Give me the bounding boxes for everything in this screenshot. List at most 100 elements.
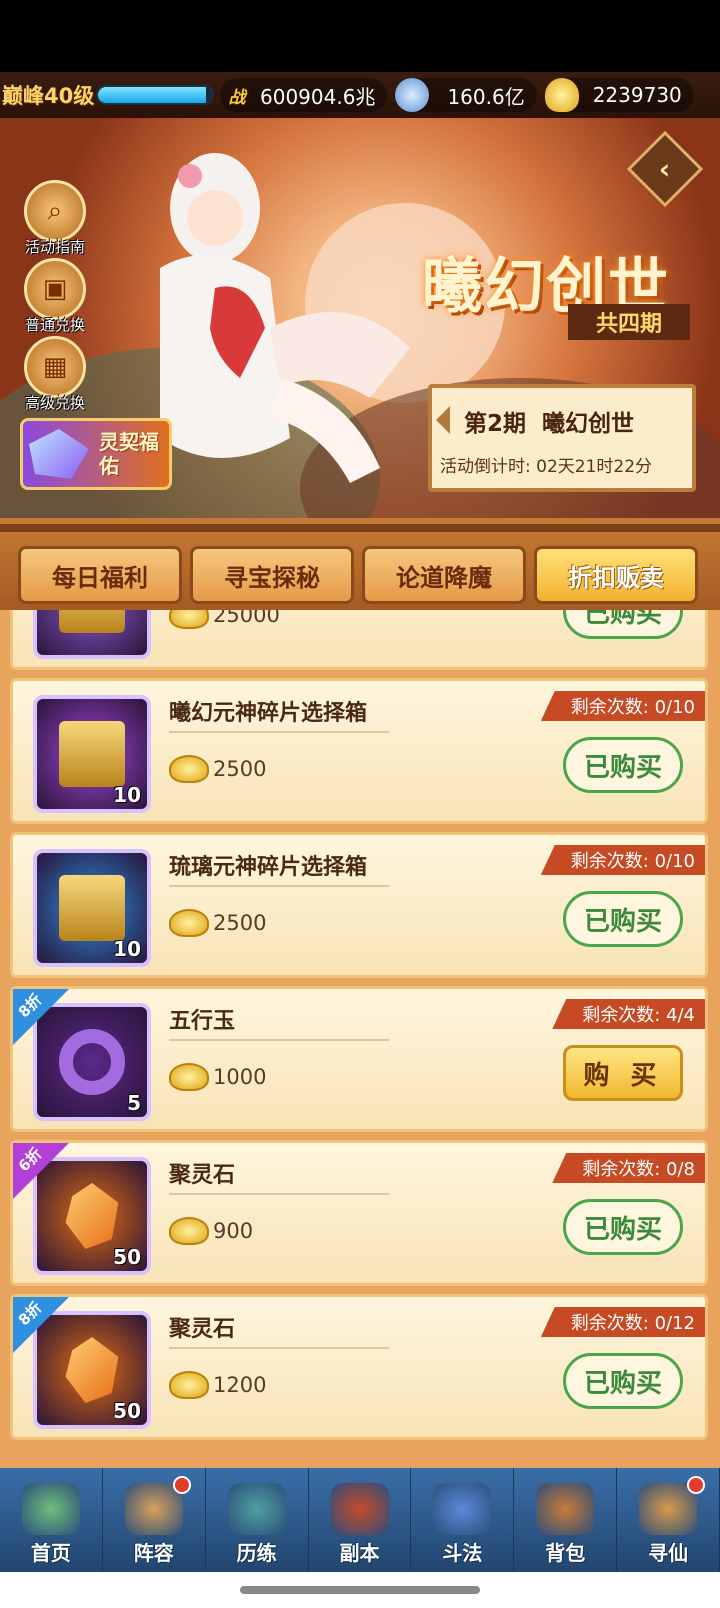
item-price: 25000 — [169, 610, 280, 629]
gold-display[interactable]: 2239730 — [544, 78, 694, 112]
item-icon[interactable]: 50 — [33, 1157, 151, 1275]
duel-icon — [433, 1483, 492, 1535]
item-art-icon — [59, 1029, 125, 1095]
item-name: 聚灵石 — [169, 1163, 236, 1188]
tab-discount-sale[interactable]: 折扣贩卖 — [534, 546, 698, 604]
notification-dot — [687, 1476, 706, 1494]
item-name: 琉璃元神碎片选择箱 — [169, 855, 368, 880]
purchased-button[interactable]: 已购买 — [563, 610, 683, 639]
gold-ingot-icon — [544, 78, 579, 112]
player-level: 巅峰40级 — [2, 84, 95, 108]
shop-item: 10 琉璃元神碎片选择箱 2500 剩余次数: 0/10 已购买 — [10, 832, 708, 978]
nav-label: 历练 — [236, 1541, 277, 1565]
period-panel: 第2期 曦幻创世 活动倒计时: 02天21时22分 — [428, 384, 696, 492]
guide-button[interactable]: ⌕ 活动指南 — [20, 180, 90, 257]
resource-bar: 巅峰40级 战 600904.6兆 160.6亿 2239730 — [0, 72, 720, 118]
item-divider — [169, 1039, 389, 1041]
event-banner: ‹ 曦幻创世 共四期 ⌕ 活动指南 ▣ 普通兑换 ▦ 高级兑换 灵契福佑 第2期… — [0, 118, 720, 518]
tab-demon-battle[interactable]: 论道降魔 — [362, 546, 526, 604]
item-price-value: 2500 — [213, 757, 267, 781]
item-price: 1000 — [169, 1063, 266, 1091]
xp-bar — [96, 85, 214, 105]
nav-label: 斗法 — [442, 1541, 483, 1565]
advanced-exchange-button[interactable]: ▦ 高级兑换 — [20, 336, 90, 413]
notification-dot — [172, 1476, 191, 1494]
normal-exchange-button[interactable]: ▣ 普通兑换 — [20, 258, 90, 335]
nav-home[interactable]: 首页 — [0, 1468, 103, 1572]
item-icon[interactable]: 50 — [33, 1311, 151, 1429]
item-quantity: 50 — [113, 1399, 141, 1423]
item-icon[interactable] — [33, 610, 151, 659]
left-arrow-icon[interactable] — [436, 406, 450, 434]
tab-daily-welfare[interactable]: 每日福利 — [18, 546, 182, 604]
nav-seek-immortal[interactable]: 寻仙 — [617, 1468, 720, 1572]
item-price: 1200 — [169, 1371, 266, 1399]
item-divider — [169, 1347, 389, 1349]
back-arrow-icon: ‹ — [659, 152, 671, 186]
item-art-icon — [65, 1337, 119, 1403]
item-art-icon — [59, 610, 125, 633]
nav-lineup[interactable]: 阵容 — [103, 1468, 206, 1572]
shop-list[interactable]: 25000 已购买 10 曦幻元神碎片选择箱 2500 剩余次数: 0/10 已… — [0, 610, 720, 1468]
power-display: 战 600904.6兆 — [220, 78, 388, 112]
remaining-count-badge: 剩余次数: 4/4 — [552, 999, 705, 1029]
shop-item: 5 五行玉 1000 剩余次数: 4/4 购 买 8折 — [10, 986, 708, 1132]
coin-display[interactable]: 160.6亿 — [395, 78, 537, 112]
period-title: 第2期 曦幻创世 — [464, 411, 635, 437]
nav-backpack[interactable]: 背包 — [514, 1468, 618, 1572]
remaining-count-badge: 剩余次数: 0/10 — [540, 845, 705, 875]
item-quantity: 50 — [113, 1245, 141, 1269]
item-divider — [169, 885, 389, 887]
training-icon — [227, 1483, 286, 1535]
nav-duel[interactable]: 斗法 — [411, 1468, 515, 1572]
buy-button[interactable]: 购 买 — [563, 1045, 683, 1101]
item-art-icon — [59, 875, 125, 941]
back-button[interactable]: ‹ — [626, 130, 704, 208]
backpack-icon — [536, 1483, 595, 1535]
item-quantity: 10 — [113, 783, 141, 807]
remaining-count-badge: 剩余次数: 0/10 — [540, 691, 705, 721]
nav-training[interactable]: 历练 — [206, 1468, 309, 1572]
item-divider — [169, 731, 389, 733]
nav-label: 首页 — [30, 1541, 71, 1565]
lineup-icon — [124, 1483, 183, 1535]
magnifier-icon: ⌕ — [24, 180, 86, 242]
power-icon: 战 — [228, 87, 246, 108]
normal-exchange-label: 普通兑换 — [24, 316, 85, 334]
home-indicator[interactable] — [240, 1586, 480, 1594]
power-value: 600904.6兆 — [260, 84, 376, 109]
item-quantity: 10 — [113, 937, 141, 961]
dungeon-icon — [330, 1483, 389, 1535]
home-indicator-bar — [0, 1572, 720, 1608]
status-bar — [0, 0, 720, 72]
item-price-value: 1200 — [213, 1373, 267, 1397]
shop-item: 10 曦幻元神碎片选择箱 2500 剩余次数: 0/10 已购买 — [10, 678, 708, 824]
advanced-exchange-label: 高级兑换 — [24, 394, 85, 412]
gold-ingot-icon — [169, 1217, 209, 1245]
item-icon[interactable]: 10 — [33, 695, 151, 813]
tab-treasure-hunt[interactable]: 寻宝探秘 — [190, 546, 354, 604]
item-price-value: 1000 — [213, 1065, 267, 1089]
lingqi-promo-button[interactable]: 灵契福佑 — [20, 418, 172, 490]
purchased-button[interactable]: 已购买 — [563, 1353, 683, 1409]
shop-item: 25000 已购买 — [10, 610, 708, 670]
crystal-icon — [29, 429, 89, 479]
gold-ingot-icon — [169, 610, 209, 629]
gold-ingot-icon — [169, 755, 209, 783]
item-price: 2500 — [169, 909, 266, 937]
nav-dungeon[interactable]: 副本 — [309, 1468, 412, 1572]
item-price-value: 25000 — [213, 610, 280, 627]
countdown-text: 活动倒计时: 02天21时22分 — [440, 457, 653, 477]
item-icon[interactable]: 10 — [33, 849, 151, 967]
item-icon[interactable]: 5 — [33, 1003, 151, 1121]
gift-box-icon: ▦ — [24, 336, 86, 398]
item-price: 900 — [169, 1217, 253, 1245]
purchased-button[interactable]: 已购买 — [563, 737, 683, 793]
item-name: 五行玉 — [169, 1009, 236, 1034]
purchased-button[interactable]: 已购买 — [563, 891, 683, 947]
lingqi-promo-label: 灵契福佑 — [99, 430, 159, 478]
gold-ingot-icon — [169, 909, 209, 937]
purchased-button[interactable]: 已购买 — [563, 1199, 683, 1255]
event-subtitle: 共四期 — [568, 304, 690, 340]
item-price: 2500 — [169, 755, 266, 783]
